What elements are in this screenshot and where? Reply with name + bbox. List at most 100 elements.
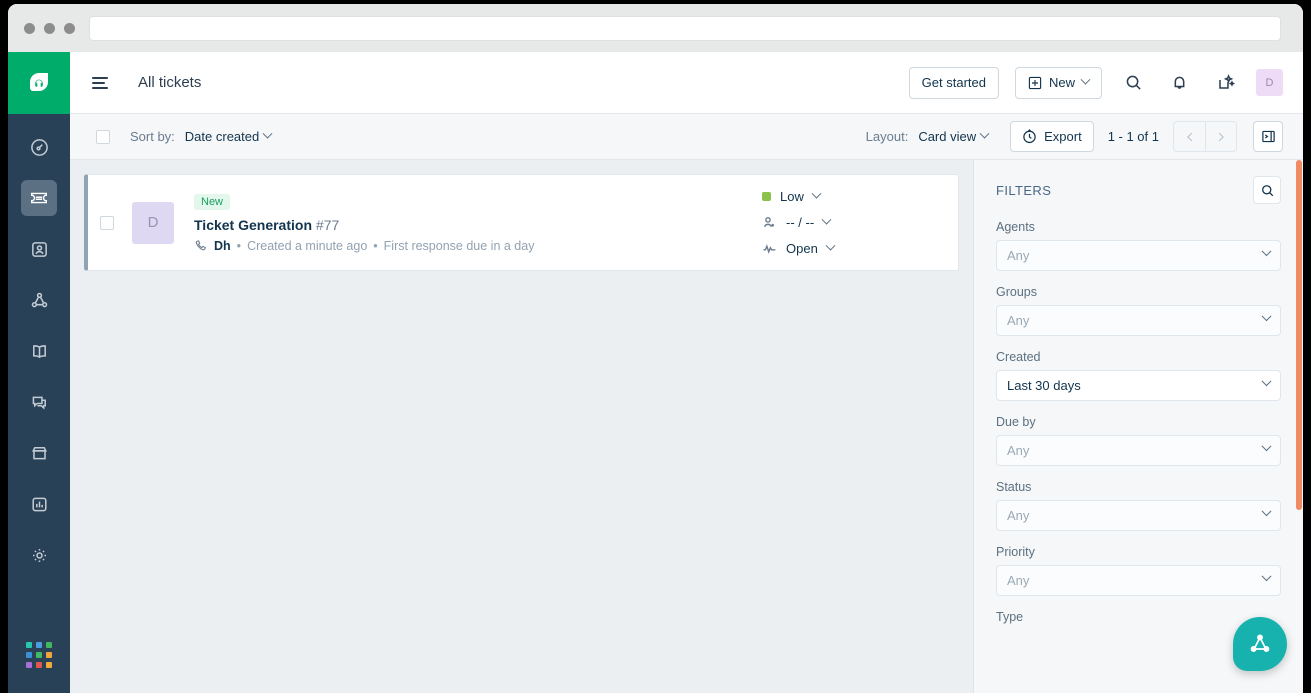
chevron-down-icon <box>1080 74 1091 85</box>
app-switcher-grid[interactable] <box>26 642 52 668</box>
content-body: D New Ticket Generation #77 Dh • Created… <box>70 160 1303 693</box>
chevron-down-icon <box>1261 246 1272 257</box>
new-button-label: New <box>1048 75 1075 90</box>
filter-select[interactable]: Any <box>996 565 1281 596</box>
menu-toggle-icon[interactable] <box>92 76 108 89</box>
filter-group-priority: Priority Any <box>996 545 1281 596</box>
meta-separator: • <box>236 239 242 253</box>
status-value: Open <box>786 241 818 256</box>
clock-export-icon <box>1023 129 1036 144</box>
collapse-panel-button[interactable] <box>1253 121 1283 152</box>
chevron-down-icon <box>262 128 273 139</box>
meta-separator: • <box>373 239 378 253</box>
main-content: All tickets Get started New D Sort by: D… <box>70 52 1303 693</box>
new-button[interactable]: New <box>1014 66 1102 99</box>
sidebar-item-analytics[interactable] <box>21 486 57 522</box>
get-started-button[interactable]: Get started <box>908 66 999 99</box>
ticket-title[interactable]: Ticket Generation #77 <box>194 217 762 233</box>
export-button[interactable]: Export <box>1010 121 1094 152</box>
chevron-down-icon <box>1261 376 1272 387</box>
filter-value: Any <box>1007 313 1030 328</box>
sidebar-item-forums[interactable] <box>21 384 57 420</box>
freshdesk-logo[interactable] <box>8 52 70 114</box>
app-switcher-cell-0[interactable] <box>26 642 32 648</box>
filter-select[interactable]: Any <box>996 500 1281 531</box>
chevron-down-icon <box>1261 441 1272 452</box>
sidebar-item-contacts[interactable] <box>21 231 57 267</box>
ticket-checkbox[interactable] <box>100 215 114 230</box>
sidebar-item-admin[interactable] <box>21 537 57 573</box>
status-badge: New <box>194 194 231 210</box>
app-switcher-cell-1[interactable] <box>36 642 42 648</box>
filter-group-type: Type <box>996 610 1281 624</box>
window-controls[interactable] <box>24 22 75 34</box>
filter-label: Status <box>996 480 1032 494</box>
filters-search-button[interactable] <box>1253 176 1281 204</box>
app-switcher-cell-5[interactable] <box>46 652 52 658</box>
ticket-requester: Dh <box>214 239 231 253</box>
address-bar[interactable] <box>89 15 1281 41</box>
sidebar-item-solutions[interactable] <box>21 333 57 369</box>
filter-select[interactable]: Any <box>996 240 1281 271</box>
filter-value: Any <box>1007 443 1030 458</box>
filters-header: FILTERS <box>996 176 1281 204</box>
bar-chart-icon <box>31 497 47 511</box>
filters-scrollbar-track[interactable] <box>1295 160 1303 693</box>
filter-select[interactable]: Any <box>996 305 1281 336</box>
app-switcher-cell-7[interactable] <box>36 662 42 668</box>
window-minimize-dot[interactable] <box>44 22 55 34</box>
sidebar-item-tickets[interactable] <box>21 180 57 216</box>
layout-value: Card view <box>918 129 977 144</box>
select-all-checkbox[interactable] <box>96 129 110 144</box>
prev-page-button[interactable] <box>1173 121 1205 152</box>
app-switcher-cell-4[interactable] <box>36 652 42 658</box>
ai-assist-button[interactable] <box>1210 68 1240 98</box>
app-switcher-cell-3[interactable] <box>26 652 32 658</box>
notifications-button[interactable] <box>1164 68 1194 98</box>
search-button[interactable] <box>1118 68 1148 98</box>
browser-window: All tickets Get started New D Sort by: D… <box>8 4 1303 693</box>
book-icon <box>32 344 46 358</box>
filter-select[interactable]: Last 30 days <box>996 370 1281 401</box>
filters-title: FILTERS <box>996 182 1052 198</box>
filters-scrollbar-thumb[interactable] <box>1296 160 1302 510</box>
sidebar-item-dashboard[interactable] <box>21 129 57 165</box>
ticket-icon <box>31 192 47 204</box>
priority-dropdown[interactable]: Low <box>762 188 942 204</box>
agent-dropdown[interactable]: -- / -- <box>762 214 942 230</box>
chevron-down-icon <box>1261 506 1272 517</box>
ticket-meta: Dh • Created a minute ago • First respon… <box>194 239 762 253</box>
filter-group-agents: Agents Any <box>996 220 1281 271</box>
chevron-left-icon <box>1186 132 1196 141</box>
filter-select[interactable]: Any <box>996 435 1281 466</box>
app-switcher-cell-6[interactable] <box>26 662 32 668</box>
sparkle-ai-icon <box>1218 74 1235 89</box>
dashboard-gauge-icon <box>30 138 48 156</box>
contact-card-icon <box>31 241 47 257</box>
layout-dropdown[interactable]: Card view <box>918 128 990 144</box>
sidebar-item-social[interactable] <box>21 282 57 318</box>
next-page-button[interactable] <box>1205 121 1237 152</box>
filter-group-status: Status Any <box>996 480 1281 531</box>
app-switcher-cell-8[interactable] <box>46 662 52 668</box>
search-icon <box>1261 184 1273 196</box>
sort-by-dropdown[interactable]: Date created <box>185 128 273 144</box>
app-switcher-cell-2[interactable] <box>46 642 52 648</box>
plus-square-icon <box>1028 76 1042 89</box>
freshworks-assist-button[interactable] <box>1233 617 1287 671</box>
chevron-down-icon <box>825 240 836 251</box>
chevron-down-icon <box>811 188 822 199</box>
assign-agent-icon <box>763 217 775 228</box>
sidebar-item-marketplace[interactable] <box>21 435 57 471</box>
status-dropdown[interactable]: Open <box>762 240 942 256</box>
activity-pulse-icon <box>763 244 776 254</box>
user-avatar[interactable]: D <box>1256 69 1283 96</box>
app-shell: All tickets Get started New D Sort by: D… <box>8 52 1303 693</box>
window-close-dot[interactable] <box>24 22 35 34</box>
window-maximize-dot[interactable] <box>64 22 75 34</box>
filters-panel: FILTERS Agents Any Groups Any Created Last 30… <box>973 160 1303 693</box>
table-row[interactable]: D New Ticket Generation #77 Dh • Created… <box>84 174 959 271</box>
avatar: D <box>132 201 174 244</box>
ticket-list: D New Ticket Generation #77 Dh • Created… <box>70 160 973 693</box>
layout-label: Layout: <box>865 129 909 144</box>
